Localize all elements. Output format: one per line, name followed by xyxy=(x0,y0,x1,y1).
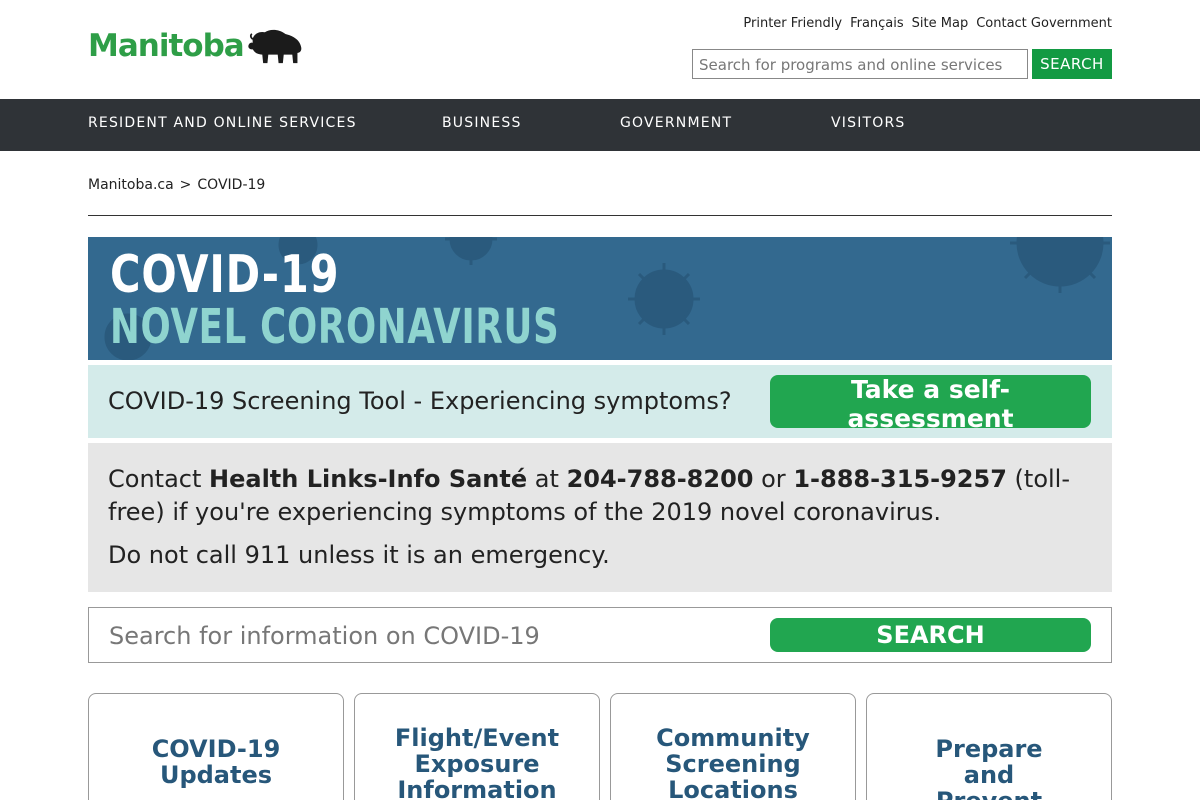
phone-number-local[interactable]: 204-788-8200 xyxy=(567,465,754,493)
contact-or: or xyxy=(761,465,786,493)
bison-icon xyxy=(248,29,302,64)
contact-prefix: Contact xyxy=(108,465,202,493)
utility-links: Printer Friendly Français Site Map Conta… xyxy=(743,16,1112,31)
francais-link[interactable]: Français xyxy=(850,16,904,31)
banner-subtitle: NOVEL CORONAVIRUS xyxy=(110,299,560,355)
screening-tool-text: COVID-19 Screening Tool - Experiencing s… xyxy=(108,387,732,415)
card-flight-event-exposure[interactable]: Flight/Event Exposure Information xyxy=(354,693,600,800)
covid-banner: COVID-19 NOVEL CORONAVIRUS xyxy=(88,237,1112,360)
nav-item-government[interactable]: GOVERNMENT xyxy=(620,115,732,131)
printer-friendly-link[interactable]: Printer Friendly xyxy=(743,16,842,31)
card-community-screening[interactable]: Community Screening Locations xyxy=(610,693,856,800)
screening-tool-box: COVID-19 Screening Tool - Experiencing s… xyxy=(88,365,1112,438)
divider xyxy=(88,215,1112,216)
site-search-button[interactable]: SEARCH xyxy=(1032,49,1112,79)
contact-info-box: Contact Health Links-Info Santé at 204-7… xyxy=(88,443,1112,592)
self-assessment-button[interactable]: Take a self-assessment xyxy=(770,375,1091,433)
breadcrumb-separator: > xyxy=(179,177,192,193)
contact-government-link[interactable]: Contact Government xyxy=(976,16,1112,31)
health-links-name: Health Links-Info Santé xyxy=(209,465,528,493)
card-title: COVID-19 Updates xyxy=(151,735,281,789)
covid-search-input[interactable]: Search for information on COVID-19 xyxy=(109,622,540,650)
manitoba-logo[interactable]: Manitoba xyxy=(88,22,304,70)
card-prepare-prevent[interactable]: Prepare and Prevent xyxy=(866,693,1112,800)
card-title: Community Screening Locations xyxy=(656,724,810,800)
nav-item-business[interactable]: BUSINESS xyxy=(442,115,522,131)
site-header: Manitoba Printer Friendly Français Site … xyxy=(0,0,1200,99)
breadcrumb: Manitoba.ca > COVID-19 xyxy=(88,177,265,193)
covid-search-box: Search for information on COVID-19 SEARC… xyxy=(88,607,1112,663)
breadcrumb-home-link[interactable]: Manitoba.ca xyxy=(88,177,174,193)
card-title: Flight/Event Exposure Information xyxy=(394,724,560,800)
nav-item-visitors[interactable]: VISITORS xyxy=(831,115,906,131)
contact-paragraph: Contact Health Links-Info Santé at 204-7… xyxy=(108,463,1092,529)
covid-search-button[interactable]: SEARCH xyxy=(770,618,1091,652)
site-map-link[interactable]: Site Map xyxy=(912,16,969,31)
breadcrumb-current: COVID-19 xyxy=(197,177,266,193)
site-search-input[interactable]: Search for programs and online services xyxy=(692,49,1028,79)
card-title: Prepare and Prevent xyxy=(935,735,1043,800)
contact-at: at xyxy=(534,465,559,493)
nav-item-resident-services[interactable]: RESIDENT AND ONLINE SERVICES xyxy=(88,115,357,131)
banner-title: COVID-19 xyxy=(110,245,340,305)
emergency-note: Do not call 911 unless it is an emergenc… xyxy=(108,541,610,569)
main-nav: RESIDENT AND ONLINE SERVICES BUSINESS GO… xyxy=(0,99,1200,151)
card-covid-updates[interactable]: COVID-19 Updates xyxy=(88,693,344,800)
phone-number-tollfree[interactable]: 1-888-315-9257 xyxy=(793,465,1007,493)
logo-text: Manitoba xyxy=(88,28,245,64)
